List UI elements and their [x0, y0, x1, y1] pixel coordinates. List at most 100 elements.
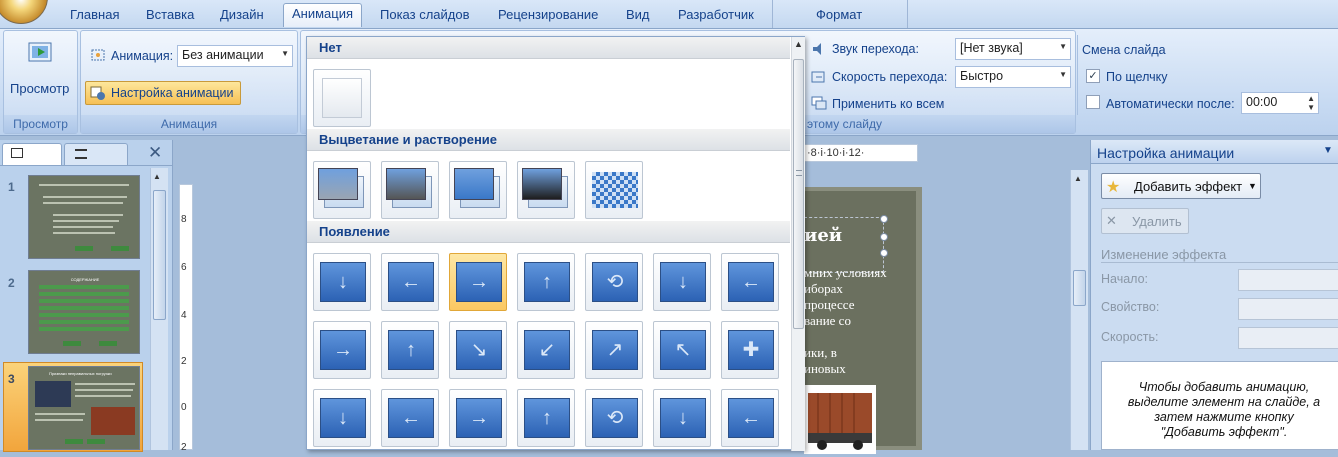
transition-appear-option[interactable]: → [449, 389, 507, 447]
preview-button[interactable]: Просмотр [10, 81, 69, 96]
chevron-down-icon: ▼ [281, 49, 289, 58]
tab-view[interactable]: Вид [618, 5, 658, 27]
transition-fade-option[interactable] [449, 161, 507, 219]
transition-appear-option[interactable]: ← [381, 389, 439, 447]
arrow-icon: ↑ [542, 407, 552, 429]
arrow-icon: ↘ [470, 339, 488, 361]
arrow-icon: ← [401, 271, 421, 293]
transition-fade-option[interactable] [381, 161, 439, 219]
tab-design[interactable]: Дизайн [212, 5, 272, 27]
transition-appear-option[interactable]: ↗ [585, 321, 643, 379]
chevron-up-icon[interactable]: ▲ [1074, 174, 1082, 183]
railcar-image[interactable] [804, 385, 876, 454]
transition-appear-option[interactable]: ← [721, 253, 779, 311]
tab-slideshow[interactable]: Показ слайдов [372, 5, 478, 27]
speed-combo-value: Быстро [960, 69, 1004, 83]
gallery-scrollbar[interactable]: ▲ [791, 37, 805, 451]
speed-combo[interactable] [1238, 327, 1338, 349]
transition-gallery: Нет Выцветание и растворение Появление ↓… [306, 36, 805, 451]
transition-appear-option[interactable]: → [449, 253, 507, 311]
tab-developer[interactable]: Разработчик [670, 5, 762, 27]
transition-appear-option[interactable]: ↓ [313, 389, 371, 447]
transition-appear-option[interactable]: ⟲ [585, 253, 643, 311]
remove-label: Удалить [1132, 214, 1182, 229]
animation-label: Анимация: [111, 49, 174, 63]
preview-icon [26, 39, 56, 67]
transition-none-option[interactable] [313, 69, 371, 127]
tab-outline[interactable] [64, 143, 128, 165]
remove-icon: ✕ [1106, 213, 1117, 228]
chevron-up-icon[interactable]: ▲ [153, 172, 161, 181]
property-combo[interactable] [1238, 298, 1338, 320]
close-icon[interactable]: ✕ [148, 143, 162, 163]
slides-pane: ✕ 1 2 СОДЕРЖАНИЕ 3 Признаки неправильных… [0, 140, 173, 452]
transition-appear-option[interactable]: ↑ [381, 321, 439, 379]
scrollbar[interactable]: ▲ [1070, 170, 1088, 450]
speed-combo[interactable]: Быстро ▼ [955, 66, 1071, 88]
animation-combo[interactable]: Без анимации ▼ [177, 45, 293, 67]
transition-appear-option[interactable]: ↑ [517, 253, 575, 311]
ruler-label: 0 [181, 402, 187, 413]
transition-appear-option[interactable]: ← [721, 389, 779, 447]
tab-home[interactable]: Главная [62, 5, 127, 27]
animation-list[interactable]: Чтобы добавить анимацию, выделите элемен… [1101, 361, 1338, 450]
transition-appear-option[interactable]: ↑ [517, 389, 575, 447]
scrollbar-thumb[interactable] [793, 59, 804, 329]
transition-appear-option[interactable]: ↙ [517, 321, 575, 379]
tab-format[interactable]: Формат [808, 5, 870, 27]
outline-tab-icon [75, 149, 87, 159]
transition-appear-option[interactable]: ↓ [653, 389, 711, 447]
auto-after-checkbox[interactable] [1086, 95, 1100, 109]
arrow-icon: ↓ [338, 271, 348, 293]
auto-after-time[interactable]: 00:00 ▲ ▼ [1241, 92, 1319, 114]
ruler-label: 6 [181, 262, 187, 273]
scrollbar-thumb[interactable] [1073, 270, 1086, 306]
slide-thumbnail-active[interactable]: Признаки неправильных погрузки [28, 366, 140, 450]
transition-appear-option[interactable]: ✚ [721, 321, 779, 379]
arrow-icon: ↖ [674, 339, 692, 361]
hint-text: Чтобы добавить анимацию, выделите элемен… [1127, 380, 1321, 439]
transition-appear-option[interactable]: ↓ [653, 253, 711, 311]
tab-review[interactable]: Рецензирование [490, 5, 606, 27]
transition-fade-option[interactable] [585, 161, 643, 219]
transition-appear-option[interactable]: → [313, 321, 371, 379]
transition-fade-option[interactable] [313, 161, 371, 219]
pane-header: Настройка анимации ▼ [1091, 140, 1338, 164]
transition-appear-option[interactable]: ↓ [313, 253, 371, 311]
transition-appear-option[interactable]: ↘ [449, 321, 507, 379]
sound-label: Звук перехода: [832, 42, 919, 56]
tab-animation[interactable]: Анимация [283, 3, 363, 27]
slide-thumbnail[interactable] [28, 175, 140, 259]
resize-handle[interactable] [880, 249, 888, 257]
remove-button[interactable]: ✕ Удалить [1101, 208, 1189, 234]
resize-handle[interactable] [880, 215, 888, 223]
slide-thumbnail[interactable]: СОДЕРЖАНИЕ [28, 270, 140, 354]
arrow-icon: → [469, 407, 489, 429]
spinner-icon[interactable]: ▲ ▼ [1307, 94, 1315, 112]
start-combo[interactable] [1238, 269, 1338, 291]
chevron-up-icon[interactable]: ▲ [794, 39, 803, 49]
chevron-down-icon: ▼ [1248, 181, 1257, 191]
start-label: Начало: [1101, 272, 1149, 286]
ruler-label: 2 [181, 356, 187, 367]
chevron-down-icon[interactable]: ▼ [1323, 145, 1333, 156]
transition-appear-option[interactable]: ⟲ [585, 389, 643, 447]
sound-combo[interactable]: [Нет звука] ▼ [955, 38, 1071, 60]
tab-slides[interactable] [2, 143, 62, 165]
slide-canvas[interactable]: ией мних условиях иборах процессе вание со … [800, 187, 922, 454]
transition-appear-option[interactable]: ← [381, 253, 439, 311]
scrollbar[interactable]: ▲ [150, 168, 168, 450]
resize-handle[interactable] [880, 233, 888, 241]
add-effect-button[interactable]: ★ Добавить эффект ▼ [1101, 173, 1261, 199]
on-click-checkbox[interactable]: ✓ [1086, 69, 1100, 83]
office-button[interactable] [0, 0, 48, 24]
speed-icon [811, 69, 827, 85]
apply-all-button[interactable]: Применить ко всем [832, 97, 944, 111]
transition-appear-option[interactable]: ↖ [653, 321, 711, 379]
scrollbar-thumb[interactable] [153, 190, 166, 320]
transition-fade-option[interactable] [517, 161, 575, 219]
tab-insert[interactable]: Вставка [138, 5, 202, 27]
group-label: Анимация [81, 115, 297, 133]
custom-animation-button[interactable]: Настройка анимации [85, 81, 241, 105]
arrow-icon: ← [401, 407, 421, 429]
